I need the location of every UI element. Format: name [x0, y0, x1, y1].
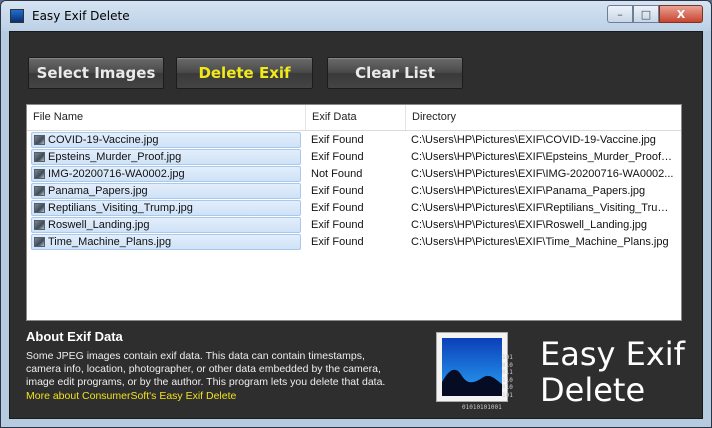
exif-status: Exif Found [311, 202, 364, 214]
exif-status: Not Found [311, 168, 363, 180]
file-name-cell[interactable]: Reptilians_Visiting_Trump.jpg [31, 200, 301, 216]
file-name-cell[interactable]: Roswell_Landing.jpg [31, 217, 301, 233]
file-name: Reptilians_Visiting_Trump.jpg [48, 202, 193, 214]
image-file-icon [34, 220, 45, 230]
image-file-icon [34, 135, 45, 145]
list-row[interactable]: COVID-19-Vaccine.jpg Exif Found C:\Users… [27, 132, 681, 149]
binary-side-decoration: 101 010 011 110 010 101 [502, 354, 513, 399]
window-title: Easy Exif Delete [32, 9, 130, 23]
client-area: Select Images Delete Exif Clear List Fil… [9, 31, 703, 419]
image-file-icon [34, 152, 45, 162]
close-button[interactable]: X [659, 5, 703, 23]
exif-status: Exif Found [311, 134, 364, 146]
image-file-icon [34, 186, 45, 196]
list-row[interactable]: IMG-20200716-WA0002.jpg Not Found C:\Use… [27, 166, 681, 183]
file-name-cell[interactable]: Time_Machine_Plans.jpg [31, 234, 301, 250]
file-list[interactable]: File Name Exif Data Directory COVID-19-V… [26, 104, 682, 321]
column-header-file-name[interactable]: File Name [27, 105, 306, 130]
file-name-cell[interactable]: Panama_Papers.jpg [31, 183, 301, 199]
directory-path: C:\Users\HP\Pictures\EXIF\Time_Machine_P… [411, 236, 669, 248]
exif-status: Exif Found [311, 219, 364, 231]
exif-status: Exif Found [311, 236, 364, 248]
exif-status: Exif Found [311, 185, 364, 197]
brand-line-2: Delete [540, 371, 646, 409]
clear-list-button[interactable]: Clear List [327, 57, 463, 89]
app-window: Easy Exif Delete – □ X Select Images Del… [0, 0, 712, 428]
list-row[interactable]: Time_Machine_Plans.jpg Exif Found C:\Use… [27, 234, 681, 251]
about-title: About Exif Data [26, 329, 123, 344]
file-name: Roswell_Landing.jpg [48, 219, 150, 231]
file-name-cell[interactable]: COVID-19-Vaccine.jpg [31, 132, 301, 148]
list-row[interactable]: Reptilians_Visiting_Trump.jpg Exif Found… [27, 200, 681, 217]
file-name-cell[interactable]: Epsteins_Murder_Proof.jpg [31, 149, 301, 165]
image-file-icon [34, 169, 45, 179]
list-row[interactable]: Epsteins_Murder_Proof.jpg Exif Found C:\… [27, 149, 681, 166]
list-row[interactable]: Roswell_Landing.jpg Exif Found C:\Users\… [27, 217, 681, 234]
photo-mountain-icon [436, 332, 508, 402]
file-name: COVID-19-Vaccine.jpg [48, 134, 159, 146]
list-row[interactable]: Panama_Papers.jpg Exif Found C:\Users\HP… [27, 183, 681, 200]
column-header-exif-data[interactable]: Exif Data [306, 105, 406, 130]
select-images-button[interactable]: Select Images [28, 57, 164, 89]
directory-path: C:\Users\HP\Pictures\EXIF\Epsteins_Murde… [411, 151, 675, 163]
about-description: Some JPEG images contain exif data. This… [26, 350, 386, 403]
list-header: File Name Exif Data Directory [27, 105, 681, 131]
brand-logo-text: Easy Exif Delete [540, 336, 685, 408]
image-file-icon [34, 237, 45, 247]
directory-path: C:\Users\HP\Pictures\EXIF\COVID-19-Vacci… [411, 134, 656, 146]
directory-path: C:\Users\HP\Pictures\EXIF\Reptilians_Vis… [411, 202, 675, 214]
logo-picture-icon [442, 338, 502, 396]
app-icon [10, 9, 24, 23]
file-name: Time_Machine_Plans.jpg [48, 236, 172, 248]
file-name: IMG-20200716-WA0002.jpg [48, 168, 185, 180]
file-name-cell[interactable]: IMG-20200716-WA0002.jpg [31, 166, 301, 182]
exif-status: Exif Found [311, 151, 364, 163]
column-header-directory[interactable]: Directory [406, 105, 681, 130]
delete-exif-button[interactable]: Delete Exif [176, 57, 313, 89]
directory-path: C:\Users\HP\Pictures\EXIF\Roswell_Landin… [411, 219, 647, 231]
binary-bottom-decoration: 01010101001 [462, 404, 502, 411]
about-body: Some JPEG images contain exif data. This… [26, 350, 386, 389]
minimize-button[interactable]: – [607, 5, 633, 23]
directory-path: C:\Users\HP\Pictures\EXIF\IMG-20200716-W… [411, 168, 674, 180]
brand-line-1: Easy Exif [540, 335, 685, 373]
maximize-button[interactable]: □ [633, 5, 659, 23]
window-controls: – □ X [607, 5, 703, 23]
file-name: Epsteins_Murder_Proof.jpg [48, 151, 182, 163]
about-link[interactable]: More about ConsumerSoft's Easy Exif Dele… [26, 390, 236, 402]
file-name: Panama_Papers.jpg [48, 185, 148, 197]
title-bar[interactable]: Easy Exif Delete – □ X [1, 1, 711, 31]
image-file-icon [34, 203, 45, 213]
directory-path: C:\Users\HP\Pictures\EXIF\Panama_Papers.… [411, 185, 646, 197]
